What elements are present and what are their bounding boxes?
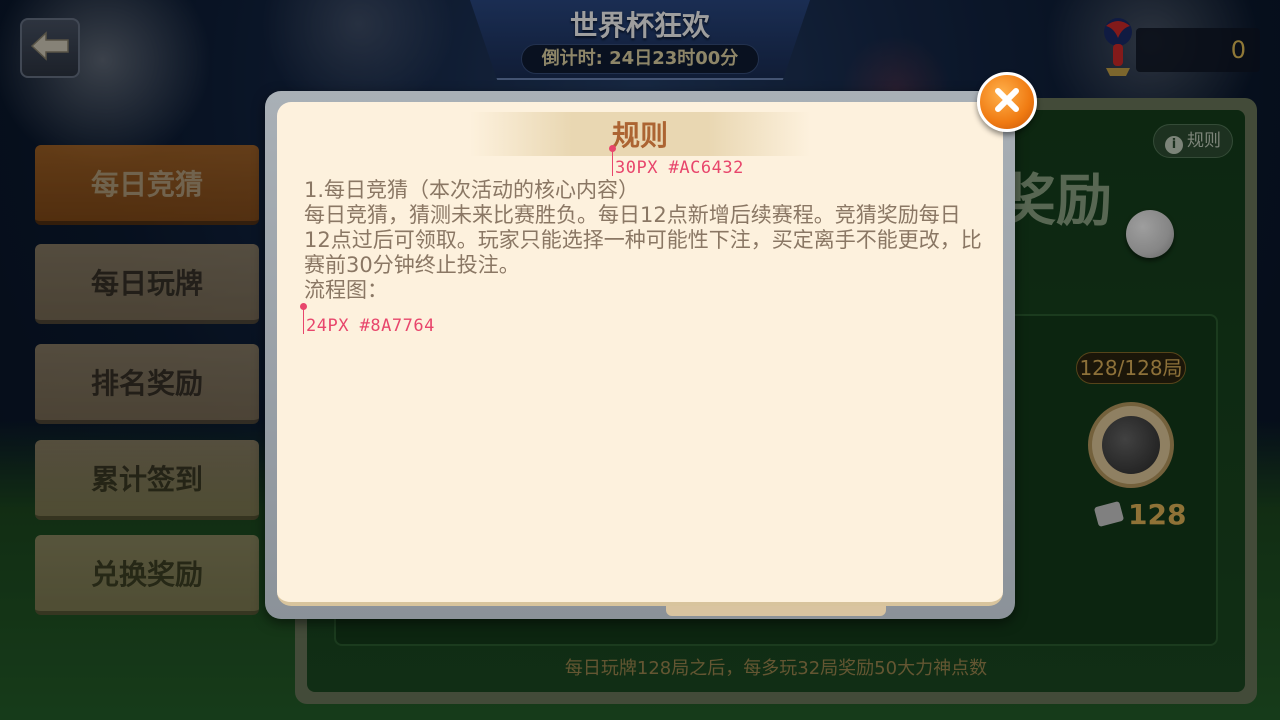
rules-line-body: 每日竞猜，猜测未来比赛胜负。每日12点新增后续赛程。竞猜奖励每日12点过后可领取… (304, 203, 982, 277)
rules-content: 1.每日竞猜（本次活动的核心内容） 每日竞猜，猜测未来比赛胜负。每日12点新增后… (304, 178, 984, 303)
modal-title: 规则 (611, 119, 668, 152)
annotation-line-body (303, 308, 304, 334)
annotation-title-spec: 30PX #AC6432 (615, 158, 744, 178)
modal-scroll-hint (666, 606, 886, 616)
annotation-body-spec: 24PX #8A7764 (306, 316, 435, 336)
rules-line-heading: 1.每日竞猜（本次活动的核心内容） (304, 178, 640, 202)
close-button[interactable] (977, 72, 1037, 132)
annotation-line-title (612, 150, 613, 176)
close-icon (992, 85, 1022, 119)
rules-line-flowchart: 流程图： (304, 278, 388, 302)
